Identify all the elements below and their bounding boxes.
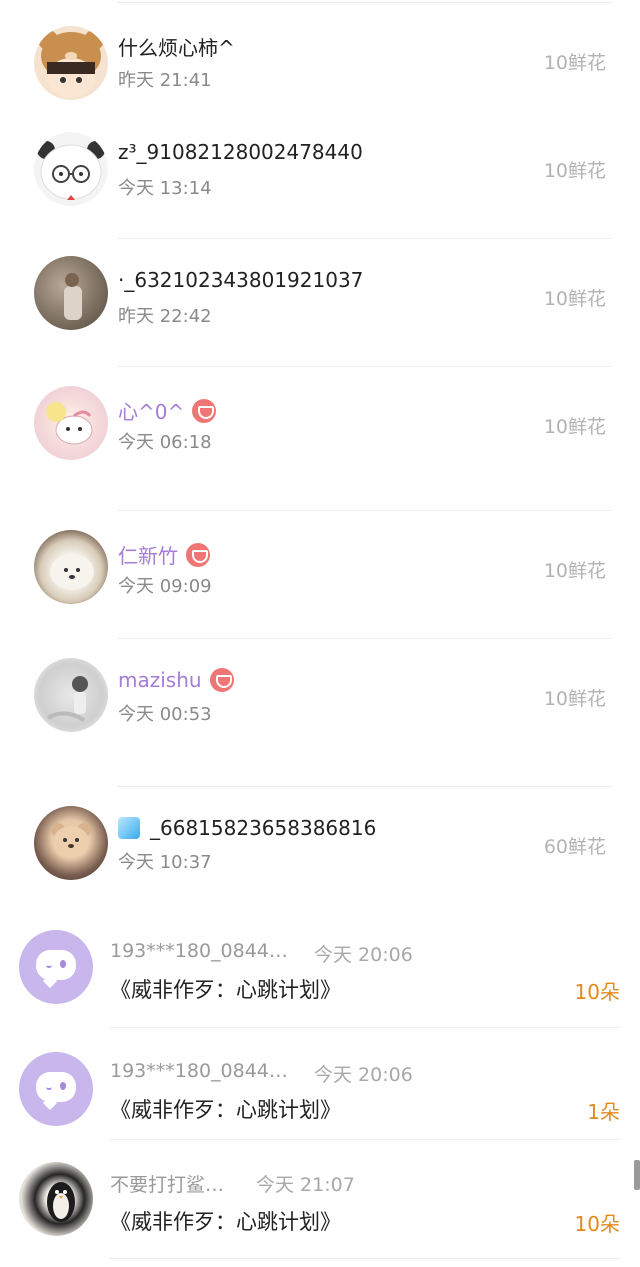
ice-cube-icon (118, 817, 140, 839)
record-time: 今天 00:53 (118, 704, 212, 725)
vip-diamond-icon (192, 398, 217, 423)
row-divider (118, 786, 612, 787)
gift-count: 10朵 (574, 980, 620, 1004)
user-name-text: ·_632102343801921037 (118, 268, 364, 292)
gift-user-name[interactable]: 193***180_0844… (110, 940, 288, 962)
chat-bubble-avatar[interactable] (19, 930, 93, 1004)
record-time: 昨天 22:42 (118, 306, 212, 327)
chat-bubble-icon (36, 950, 76, 980)
user-name[interactable]: ·_632102343801921037 (118, 268, 363, 292)
record-time: 今天 06:18 (118, 432, 212, 453)
book-title[interactable]: 《威非作歹：心跳计划》 (110, 1094, 341, 1124)
record-time: 今天 10:37 (118, 852, 212, 873)
user-name[interactable]: z³_91082128002478440 (118, 140, 363, 164)
gift-time: 今天 20:06 (314, 1064, 413, 1086)
vip-diamond-icon (209, 668, 234, 692)
record-time: 昨天 21:41 (118, 70, 212, 91)
flower-record-row[interactable]: 什么烦心柿^ 昨天 21:41 10鲜花 (0, 0, 640, 108)
gift-time: 今天 21:07 (256, 1174, 355, 1196)
flower-record-row[interactable]: ·_632102343801921037 昨天 22:42 10鲜花 (0, 238, 640, 366)
flower-count: 10鲜花 (543, 288, 606, 310)
gift-count: 1朵 (587, 1100, 620, 1124)
row-divider (118, 238, 612, 239)
user-name-text: mazishu (118, 668, 202, 692)
row-divider (118, 366, 612, 367)
flower-count: 10鲜花 (543, 688, 606, 710)
flower-record-row[interactable]: z³_91082128002478440 今天 13:14 10鲜花 (0, 108, 640, 238)
row-divider (118, 510, 612, 511)
user-name[interactable]: 什么烦心柿^ (118, 32, 235, 61)
flower-count: 10鲜花 (543, 560, 606, 582)
gift-record-row[interactable]: 193***180_0844… 今天 20:06 《威非作歹：心跳计划》 10朵 (0, 916, 640, 1028)
gift-time: 今天 20:06 (314, 944, 413, 966)
dog-avatar[interactable] (34, 530, 108, 604)
flower-count: 60鲜花 (543, 836, 606, 858)
flower-record-row[interactable]: 心^0^ 今天 06:18 10鲜花 (0, 366, 640, 510)
user-name[interactable]: _66815823658386816 (118, 816, 376, 840)
flower-record-row[interactable]: mazishu 今天 00:53 10鲜花 (0, 638, 640, 786)
row-divider (118, 2, 612, 3)
user-name-text: 心^0^ (118, 400, 185, 424)
book-title[interactable]: 《威非作歹：心跳计划》 (110, 1206, 341, 1236)
flower-record-row[interactable]: _66815823658386816 今天 10:37 60鲜花 (0, 786, 640, 916)
flower-record-row[interactable]: 仁新竹 今天 09:09 10鲜花 (0, 510, 640, 638)
gift-record-row[interactable]: 不要打打鲨… 今天 21:07 《威非作歹：心跳计划》 10朵 (0, 1140, 640, 1267)
gift-count: 10朵 (574, 1212, 620, 1236)
scrollbar-thumb[interactable] (634, 1160, 640, 1190)
sticker-avatar[interactable] (34, 386, 108, 460)
teddy-avatar[interactable] (34, 806, 108, 880)
gift-record-row[interactable]: 193***180_0844… 今天 20:06 《威非作歹：心跳计划》 1朵 (0, 1028, 640, 1140)
record-time: 今天 13:14 (118, 178, 212, 199)
bear-hat-girl-avatar[interactable] (34, 26, 108, 100)
user-name-text: 什么烦心柿^ (118, 36, 235, 60)
chat-bubble-avatar[interactable] (19, 1052, 93, 1126)
user-name-text: _66815823658386816 (150, 816, 377, 840)
book-title[interactable]: 《威非作歹：心跳计划》 (110, 974, 341, 1004)
photo-avatar[interactable] (34, 256, 108, 330)
flower-count: 10鲜花 (543, 52, 606, 74)
penguin-avatar[interactable] (19, 1162, 93, 1236)
chat-bubble-icon (36, 1072, 76, 1102)
user-name-text: 仁新竹 (118, 544, 178, 568)
row-divider (110, 1258, 620, 1259)
flower-count: 10鲜花 (543, 416, 606, 438)
user-name[interactable]: 心^0^ (118, 396, 217, 425)
record-time: 今天 09:09 (118, 576, 212, 597)
user-name[interactable]: 仁新竹 (118, 540, 210, 569)
gift-user-name[interactable]: 193***180_0844… (110, 1060, 288, 1082)
bw-photo-avatar[interactable] (34, 658, 108, 732)
vip-diamond-icon (186, 542, 210, 567)
panda-glasses-avatar[interactable] (34, 132, 108, 206)
gift-user-name[interactable]: 不要打打鲨… (110, 1170, 224, 1197)
row-divider (118, 638, 612, 639)
user-name[interactable]: mazishu (118, 668, 234, 692)
flower-count: 10鲜花 (543, 160, 606, 182)
user-name-text: z³_91082128002478440 (118, 140, 363, 164)
